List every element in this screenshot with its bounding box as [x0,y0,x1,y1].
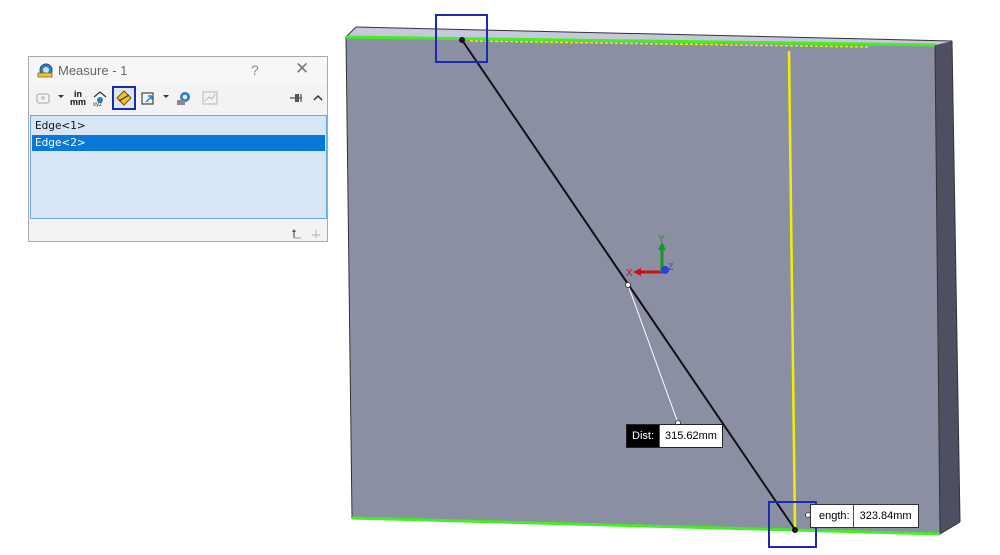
arc-options-dropdown-icon[interactable] [58,95,64,98]
highlight-box-start-point [435,14,488,63]
arc-circle-measure-icon[interactable] [32,87,54,109]
dialog-titlebar[interactable]: Measure - 1 ? ✕ [29,57,327,85]
collapse-icon[interactable] [307,87,329,109]
distance-callout[interactable]: Dist: 315.62mm [626,424,723,448]
close-button[interactable]: ✕ [295,59,309,79]
coordinate-system-icon[interactable] [310,225,322,244]
help-button[interactable]: ? [251,62,259,78]
svg-text:Z: Z [668,262,674,272]
projection-dropdown-icon[interactable] [163,95,169,98]
origin-icon[interactable] [291,225,303,244]
svg-text:xyz: xyz [93,102,102,107]
svg-text:X: X [626,268,633,279]
pin-icon[interactable] [285,87,307,109]
dialog-title: Measure - 1 [58,63,128,78]
distance-callout-label: Dist: [627,425,659,447]
create-sensor-icon[interactable] [173,87,195,109]
histogram-icon[interactable] [199,87,221,109]
measure-toolbar: in mm xyz [29,85,327,113]
measure-dialog: Measure - 1 ? ✕ in mm xyz Edge<1> Edge<2… [28,56,328,242]
units-precision-button[interactable]: in mm [67,87,89,109]
length-callout[interactable]: ength: 323.84mm [810,504,919,528]
show-xyz-icon[interactable]: xyz [89,87,111,109]
box-front-face[interactable] [345,36,941,535]
length-callout-value: 323.84mm [852,505,918,527]
list-item-selected[interactable]: Edge<2> [32,135,325,151]
list-item[interactable]: Edge<1> [32,118,325,134]
point-to-point-icon[interactable] [112,86,136,110]
measure-tool-icon [37,63,53,79]
units-bottom-label: mm [69,97,86,107]
selection-list[interactable]: Edge<1> Edge<2> [30,115,327,219]
projection-icon[interactable] [137,87,159,109]
distance-callout-value: 315.62mm [659,425,722,447]
svg-text:Y: Y [658,234,665,245]
dialog-footer [29,221,327,241]
length-callout-label: ength: [811,505,853,527]
